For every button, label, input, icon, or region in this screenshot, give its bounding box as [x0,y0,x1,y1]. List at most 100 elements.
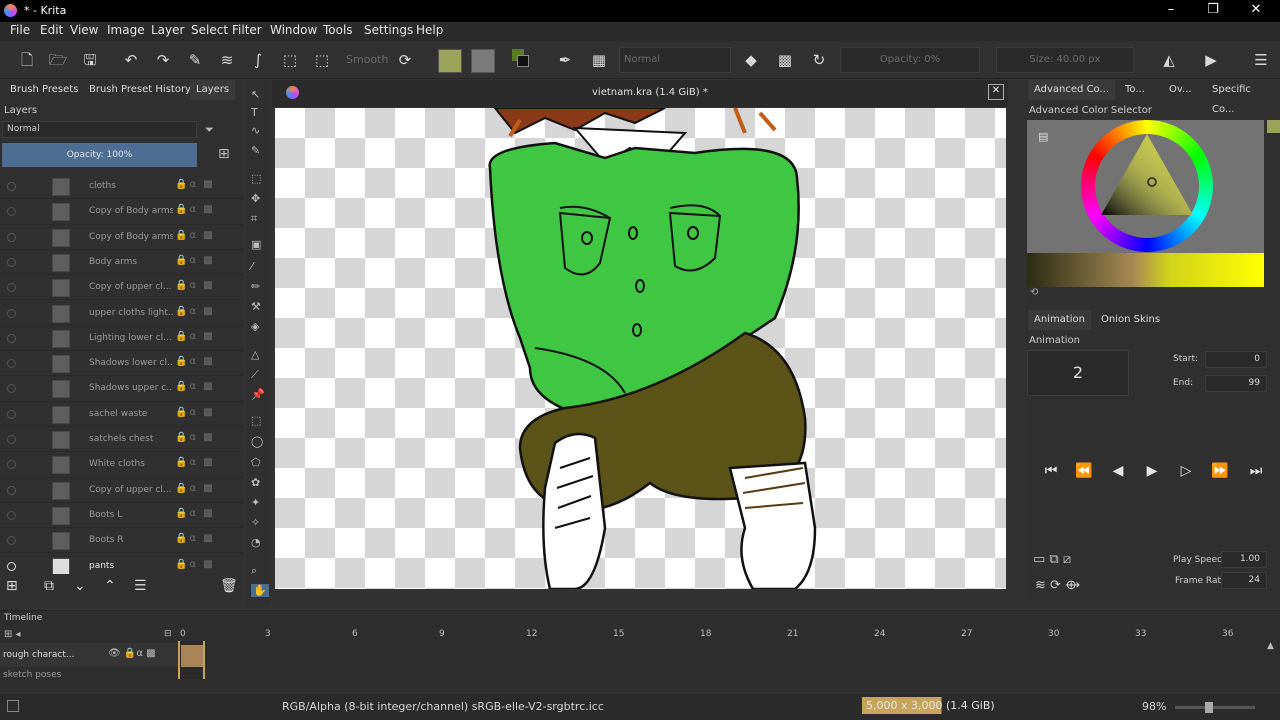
next-keyframe-icon[interactable]: ⏩ [1209,463,1231,485]
fill-tool-icon[interactable]: ⚒ [251,300,261,313]
bezier-select-icon[interactable]: ◔ [251,536,261,549]
refresh-icon[interactable]: ⟳ [394,49,416,71]
background-color-swatch[interactable] [517,55,529,67]
save-icon[interactable]: 🖫 [79,49,101,71]
layer-flags-icon[interactable]: 🔒α ▩ [175,508,215,519]
preset-grid-icon[interactable]: ▦ [588,49,610,71]
track-visibility-icon[interactable]: 👁 🔒α ▩ [108,648,156,659]
new-document-icon[interactable]: 🗋 [16,49,38,71]
undo-icon[interactable]: ↶ [120,49,142,71]
last-frame-icon[interactable]: ⏭ [1245,463,1267,485]
layer-flags-icon[interactable]: 🔒α ▩ [175,483,215,494]
layer-row[interactable]: Shadows lower cl... 🔒α ▩ [0,351,243,377]
layer-row[interactable]: Boots R 🔒α ▩ [0,528,243,554]
add-track-icon[interactable]: ⊞ ◂ [4,629,21,640]
panel-menu-icon[interactable]: ☰ [1250,49,1272,71]
saturation-triangle[interactable] [1081,120,1213,252]
background-pattern-swatch[interactable] [471,49,495,73]
menu-filter[interactable]: Filter [232,23,262,37]
selection-icon[interactable]: ⬚ [311,49,333,71]
timeline-zoom-icon[interactable]: ⊟ [164,629,172,639]
menu-help[interactable]: Help [416,23,443,37]
move-layer-up-icon[interactable]: ⌃ [104,578,116,594]
mirror-vertical-icon[interactable]: ▶ [1200,49,1222,71]
color-selector-area[interactable]: ▤ [1027,120,1280,287]
minimize-button[interactable]: – [1153,2,1189,20]
layer-row[interactable]: Copy of upper cl... 🔒α ▩ [0,478,243,503]
layer-settings-icon[interactable]: ☰ [134,578,147,594]
reference-tool-icon[interactable]: 📌 [251,388,265,401]
menu-tools[interactable]: Tools [323,23,353,37]
freehand-select-icon[interactable]: ✿ [251,476,260,489]
brush-editor-icon[interactable]: ✒ [554,49,576,71]
layer-row[interactable]: White cloths 🔒α ▩ [0,452,243,478]
layer-flags-icon[interactable]: 🔒α ▩ [175,179,215,190]
alpha-lock-icon[interactable]: ▩ [774,49,796,71]
layer-row-active[interactable]: pants 🔒α ▩ [0,554,243,574]
start-frame-field[interactable]: 0 [1205,351,1267,368]
transform-tool-icon[interactable]: ⬚ [251,172,261,185]
drawing-canvas[interactable] [275,108,1006,589]
visibility-icon[interactable] [7,283,16,293]
layer-flags-icon[interactable]: 🔒α ▩ [175,559,215,570]
gradient-tool-icon[interactable]: ▣ [251,238,261,251]
freehand-brush-icon[interactable]: ✎ [251,144,260,157]
delete-layer-icon[interactable]: 🗑 [220,578,238,594]
color-history-strip[interactable] [1027,253,1264,287]
first-frame-icon[interactable]: ⏮ [1040,463,1062,485]
close-window-button[interactable]: ✕ [1238,2,1274,20]
visibility-icon[interactable] [7,182,16,191]
timeline-track[interactable]: sketch poses [0,669,178,679]
select-shapes-icon[interactable]: ↖ [251,88,260,101]
menu-window[interactable]: Window [270,23,317,37]
layer-row[interactable]: Copy of Body arms 🔒α ▩ [0,225,243,250]
previous-keyframe-icon[interactable]: ⏪ [1073,463,1095,485]
next-frame-icon[interactable]: ▷ [1175,463,1197,485]
similar-select-icon[interactable]: ✧ [251,516,260,529]
timeline-scrollbar[interactable]: ▲ [1267,641,1277,681]
filter-icon[interactable]: ⏷ [205,123,214,137]
layer-row[interactable]: Shadows upper c... 🔒α ▩ [0,376,243,402]
measure-tool-icon[interactable]: △ [251,348,259,361]
play-speed-field[interactable]: 1.00 [1221,551,1267,568]
move-tool-icon[interactable]: ✥ [251,192,260,205]
blend-mode-select[interactable]: Normal [619,47,731,73]
zoom-slider-handle[interactable] [1205,702,1213,713]
layer-blend-mode-select[interactable]: Normal [2,121,197,138]
visibility-icon[interactable] [7,536,16,546]
layer-flags-icon[interactable]: 🔒α ▩ [175,381,215,392]
previous-frame-icon[interactable]: ◀ [1107,463,1129,485]
layer-flags-icon[interactable]: 🔒α ▩ [175,457,215,468]
layer-opacity-slider[interactable]: Opacity: 100% [2,143,197,167]
layer-flags-icon[interactable]: 🔒α ▩ [175,306,215,317]
ellipse-select-icon[interactable]: ◯ [251,435,263,448]
layer-row[interactable]: cloths 🔒α ▩ [0,174,243,200]
end-frame-field[interactable]: 99 [1205,375,1267,392]
onion-skin-icon[interactable]: ≋ ⟳ ⟴ [1035,578,1080,593]
bucket-icon[interactable]: ◈ [251,320,259,333]
layer-flags-icon[interactable]: 🔒α ▩ [175,255,215,266]
visibility-icon[interactable] [7,384,16,394]
assistant-tool-icon[interactable]: ⟋ [251,368,259,382]
tab-tool-options[interactable]: To... [1119,80,1151,100]
tab-overview[interactable]: Ov... [1163,80,1198,100]
layer-flags-icon[interactable]: 🔒α ▩ [175,204,215,215]
layer-flags-icon[interactable]: 🔒α ▩ [175,280,215,291]
pan-tool-icon[interactable]: ✋ [251,584,269,597]
visibility-icon[interactable] [7,232,16,242]
tab-specific-color[interactable]: Specific Co... [1206,80,1280,115]
visibility-icon[interactable] [7,308,16,318]
rect-select-icon[interactable]: ⬚ [251,414,261,427]
layer-row[interactable]: satchels chest 🔒α ▩ [0,427,243,453]
layer-row[interactable]: Copy of Body arms 🔒α ▩ [0,199,243,225]
layer-row[interactable]: Body arms 🔒α ▩ [0,250,243,276]
layer-flags-icon[interactable]: 🔒α ▩ [175,533,215,544]
visibility-icon[interactable] [7,561,16,571]
menu-image[interactable]: Image [107,23,145,37]
tab-onion-skins[interactable]: Onion Skins [1095,310,1166,330]
play-icon[interactable]: ▶ [1141,463,1163,485]
text-tool-icon[interactable]: T [251,106,258,119]
add-layer-icon[interactable]: ⊞ [6,578,18,594]
menu-file[interactable]: File [10,23,30,37]
menu-edit[interactable]: Edit [40,23,63,37]
